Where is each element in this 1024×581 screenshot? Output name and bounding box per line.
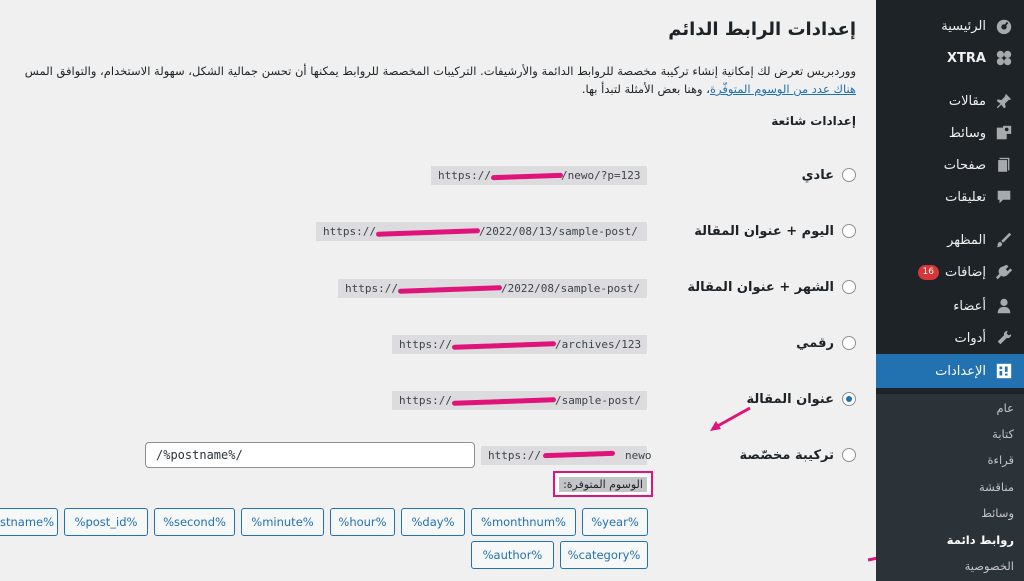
tag-author-button[interactable]: %author% (471, 541, 554, 569)
submenu-item-writing[interactable]: كتابة (876, 422, 1024, 446)
xtra-logo-icon (994, 48, 1014, 68)
custom-structure-input[interactable] (145, 442, 475, 468)
tag-day-button[interactable]: %day% (401, 508, 465, 536)
brush-icon (994, 230, 1014, 250)
radio-custom-structure[interactable] (842, 448, 856, 462)
option-custom-structure[interactable]: تركيبة مخصّصة (740, 442, 856, 468)
sidebar-item-label: أدوات (954, 330, 986, 346)
sample-suffix: /newo/?p=123 (560, 169, 641, 182)
sidebar-item-label: XTRA (947, 50, 986, 66)
sample-url: https:// /2022/08/13/sample-post/ (316, 222, 647, 241)
submenu-item-discussion[interactable]: مناقشة (876, 475, 1024, 499)
dashboard-icon (994, 16, 1014, 36)
tag-monthnum-button[interactable]: %monthnum% (471, 508, 576, 536)
available-tags-link[interactable]: هناك عدد من الوسوم المتوفّرة (710, 82, 856, 96)
intro-text: ووردبريس تعرض لك إمكانية إنشاء تركيبة مخ… (24, 64, 856, 78)
radio-month-name[interactable] (842, 280, 856, 294)
sidebar-item-users[interactable]: أعضاء (876, 291, 1024, 321)
pin-icon (994, 91, 1014, 111)
tag-minute-button[interactable]: %minute% (241, 508, 324, 536)
option-day-name[interactable]: اليوم + عنوان المقالة (694, 218, 856, 244)
admin-sidebar: الرئيسية XTRA مقالات وسائط صفحات تعليقات… (868, 0, 1024, 581)
option-label: تركيبة مخصّصة (739, 447, 834, 463)
sidebar-item-comments[interactable]: تعليقات (876, 182, 1024, 212)
sidebar-item-label: أعضاء (953, 298, 986, 314)
sidebar-item-dashboard[interactable]: الرئيسية (876, 11, 1024, 41)
plugins-icon (994, 262, 1014, 282)
sidebar-item-label: الإعدادات (935, 363, 986, 379)
option-label: الشهر + عنوان المقالة (687, 279, 834, 295)
radio-day-name[interactable] (842, 224, 856, 238)
sidebar-item-label: تعليقات (945, 189, 986, 205)
sample-prefix: https:// (323, 225, 376, 238)
sample-suffix: newo (624, 449, 652, 462)
sidebar-item-label: وسائط (948, 125, 986, 141)
available-tags-text: الوسوم المتوفرة: (559, 476, 647, 492)
sample-suffix: /sample-post/ (554, 394, 642, 407)
tag-hour-button[interactable]: %hour% (330, 508, 395, 536)
sample-prefix: https:// (488, 449, 541, 462)
sidebar-item-tools[interactable]: أدوات (876, 323, 1024, 353)
update-count-badge: 16 (917, 264, 939, 280)
tag-post-id-button[interactable]: %post_id% (64, 508, 148, 536)
active-indicator (868, 363, 876, 379)
tag-year-button[interactable]: %year% (582, 508, 648, 536)
pages-icon (994, 155, 1014, 175)
sample-suffix: /2022/08/sample-post/ (500, 282, 641, 295)
tag-second-button[interactable]: %second% (154, 508, 235, 536)
sidebar-item-settings[interactable]: الإعدادات (868, 354, 1024, 388)
submenu-item-general[interactable]: عام (876, 396, 1024, 420)
option-plain[interactable]: عادي (802, 162, 856, 188)
sidebar-item-label: مقالات (948, 93, 986, 109)
sample-suffix: /2022/08/13/sample-post/ (478, 225, 638, 238)
page-title: إعدادات الرابط الدائم (668, 19, 856, 40)
submenu-item-media[interactable]: وسائط (876, 501, 1024, 525)
option-month-name[interactable]: الشهر + عنوان المقالة (687, 274, 856, 300)
submenu-item-reading[interactable]: قراءة (876, 448, 1024, 472)
sample-suffix: /archives/123 (554, 338, 642, 351)
option-label: اليوم + عنوان المقالة (694, 223, 834, 239)
radio-post-name[interactable] (842, 392, 856, 406)
tag-category-button[interactable]: %category% (560, 541, 648, 569)
sample-prefix: https:// (345, 282, 398, 295)
submenu-item-permalinks[interactable]: روابط دائمة (876, 528, 1024, 552)
sample-prefix: https:// (399, 338, 452, 351)
intro-text-rest: ، وهنا بعض الأمثلة لتبدأ بها. (581, 82, 710, 96)
option-post-name[interactable]: عنوان المقالة (747, 386, 856, 412)
media-icon (994, 123, 1014, 143)
sidebar-item-xtra[interactable]: XTRA (876, 43, 1024, 73)
sidebar-item-pages[interactable]: صفحات (876, 150, 1024, 180)
radio-plain[interactable] (842, 168, 856, 182)
available-tags-label: الوسوم المتوفرة: (553, 471, 653, 497)
sidebar-item-appearance[interactable]: المظهر (876, 225, 1024, 255)
sidebar-item-plugins[interactable]: إضافات 16 (876, 257, 1024, 287)
option-label: عادي (801, 167, 834, 183)
annotation-arrow-icon-2 (867, 556, 876, 562)
option-numeric[interactable]: رقمي (796, 330, 856, 356)
common-settings-heading: إعدادات شائعة (771, 114, 856, 128)
sidebar-item-label: صفحات (943, 157, 986, 173)
comments-icon (994, 187, 1014, 207)
main-content: إعدادات الرابط الدائم ووردبريس تعرض لك إ… (0, 0, 876, 581)
sidebar-item-label: المظهر (947, 232, 986, 248)
option-label: عنوان المقالة (746, 391, 834, 407)
radio-numeric[interactable] (842, 336, 856, 350)
tag-postname-button[interactable]: stname% (0, 508, 58, 536)
sidebar-item-posts[interactable]: مقالات (876, 86, 1024, 116)
settings-icon (994, 361, 1014, 381)
users-icon (994, 296, 1014, 316)
sample-prefix: https:// (399, 394, 452, 407)
settings-submenu: عام كتابة قراءة مناقشة وسائط روابط دائمة… (876, 394, 1024, 581)
annotation-arrow-icon (710, 406, 751, 431)
option-label: رقمي (796, 335, 834, 351)
intro-text-line2: هناك عدد من الوسوم المتوفّرة، وهنا بعض ا… (582, 82, 856, 96)
sidebar-item-label: إضافات (944, 264, 986, 280)
sidebar-item-label: الرئيسية (941, 18, 986, 34)
submenu-item-privacy[interactable]: الخصوصية (876, 554, 1024, 578)
tools-icon (994, 328, 1014, 348)
sample-prefix: https:// (438, 169, 491, 182)
sidebar-item-media[interactable]: وسائط (876, 118, 1024, 148)
